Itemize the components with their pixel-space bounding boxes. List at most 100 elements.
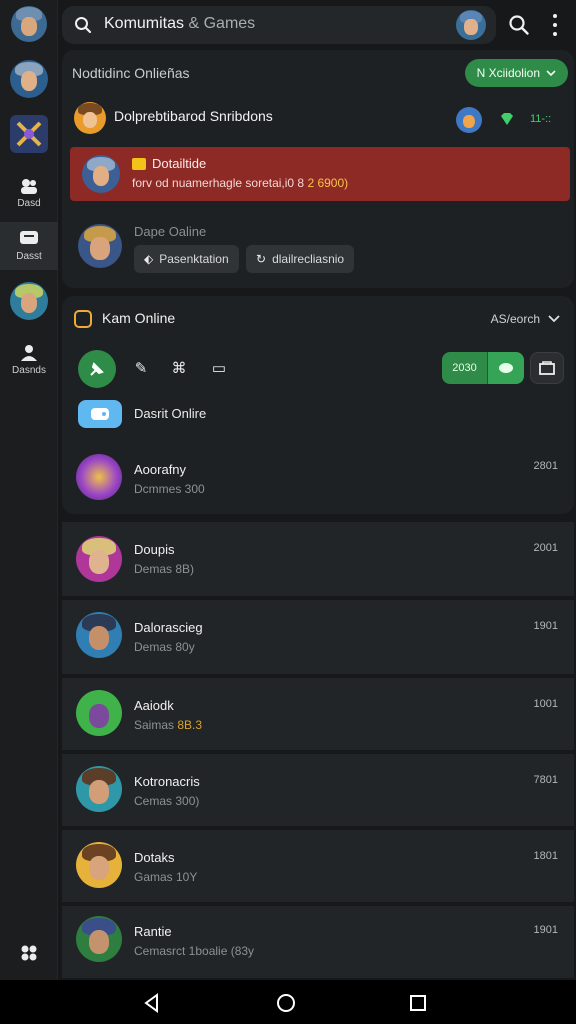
chevron-down-icon bbox=[546, 70, 556, 77]
controller-icon bbox=[74, 310, 92, 328]
community-icon bbox=[21, 179, 37, 194]
crossed-swords-icon bbox=[10, 115, 48, 153]
friend-status-main: Saimas bbox=[134, 718, 175, 732]
friend-time: 2801 bbox=[533, 460, 558, 472]
friend-name: Aaiodk bbox=[134, 698, 174, 713]
status-pill-button[interactable]: N Xciidolion bbox=[464, 59, 568, 87]
section-heading: Nodtidinc Onlieñas bbox=[72, 65, 190, 81]
friend-status: Cemasrct 1boalie (83y bbox=[134, 944, 255, 958]
home-icon[interactable] bbox=[276, 993, 296, 1013]
list-item[interactable]: Rantie Cemasrct 1boalie (83y 1901 bbox=[62, 906, 574, 978]
title-main: Komumitas bbox=[104, 15, 185, 32]
left-rail: Dasd Dasst Dasnds bbox=[0, 0, 58, 980]
action-chip[interactable]: ⬖ Pasenktation bbox=[134, 245, 239, 273]
sort-dropdown[interactable]: AS/eorch bbox=[491, 312, 560, 326]
alert-text-main: forv od nuamerhagle soretai,i0 8 bbox=[132, 176, 305, 190]
alert-text-highlight: 2 6900) bbox=[307, 176, 349, 190]
notifications-card: Nodtidinc Onlieñas N Xciidolion Dolprebt… bbox=[62, 50, 574, 288]
avatar bbox=[10, 60, 48, 98]
friend-name: Kotronacris bbox=[134, 774, 200, 789]
friend-name: Doupis bbox=[134, 542, 175, 557]
avatar bbox=[78, 224, 122, 268]
friend-time: 2001 bbox=[533, 542, 558, 554]
sort-label: AS/eorch bbox=[490, 312, 540, 326]
list-item[interactable]: Kotronacris Cemas 300) 7801 bbox=[62, 754, 574, 826]
search-icon[interactable] bbox=[508, 14, 530, 36]
rail-label: Dasnds bbox=[12, 365, 46, 376]
avatar bbox=[76, 766, 122, 812]
action-chip[interactable]: ↻ dlailrecliasnio bbox=[246, 245, 355, 273]
friend-status-highlight: 8B.3 bbox=[177, 718, 203, 732]
avatar bbox=[76, 842, 122, 888]
rail-item-server-1[interactable] bbox=[0, 58, 58, 100]
avatar bbox=[76, 916, 122, 962]
friend-time: 1801 bbox=[533, 850, 558, 862]
friend-time: 1001 bbox=[533, 698, 558, 710]
rail-item-server-2[interactable] bbox=[0, 112, 58, 156]
refresh-icon: ↻ bbox=[256, 252, 267, 266]
avatar bbox=[76, 536, 122, 582]
recents-icon[interactable] bbox=[408, 993, 428, 1013]
people-icon bbox=[21, 345, 37, 361]
friend-name: Aoorafny bbox=[134, 462, 187, 477]
list-item[interactable]: Dolprebtibarod Snribdons 11-:: bbox=[72, 102, 568, 138]
archive-icon bbox=[539, 361, 555, 375]
game-label: Dasrit Onlire bbox=[134, 406, 207, 421]
edit-icon[interactable]: ✎ bbox=[132, 360, 150, 378]
box-button[interactable] bbox=[530, 352, 564, 384]
friend-name: Rantie bbox=[134, 924, 172, 939]
grid-icon bbox=[21, 945, 37, 961]
avatar bbox=[10, 282, 48, 320]
rail-item-dasnds[interactable]: Dasnds bbox=[0, 340, 58, 380]
more-vertical-icon[interactable] bbox=[548, 14, 562, 36]
notification-title: Dolprebtibarod Snribdons bbox=[114, 108, 273, 124]
avatar bbox=[11, 6, 47, 42]
list-item[interactable]: Dape Oaline ⬖ Pasenktation ↻ dlailreclia… bbox=[70, 218, 570, 278]
title-dim: & Games bbox=[188, 15, 256, 32]
friend-status: Gamas 10Y bbox=[134, 870, 198, 884]
avatar bbox=[76, 612, 122, 658]
gamepad-icon[interactable]: ⌘ bbox=[170, 360, 188, 378]
list-item[interactable]: Doupis Demas 8B) 2001 bbox=[62, 522, 574, 596]
friend-status: Saimas 8B.3 bbox=[134, 718, 202, 732]
section-heading: Kam Online bbox=[102, 310, 176, 326]
friend-time: 1901 bbox=[533, 924, 558, 936]
rail-item-dasst[interactable]: Dasst bbox=[0, 222, 58, 270]
friend-status: Demas 8B) bbox=[134, 562, 195, 576]
rail-item-profile[interactable] bbox=[0, 4, 58, 44]
friend-name: Dalorascieg bbox=[134, 620, 203, 635]
pin-icon bbox=[90, 362, 104, 376]
list-item[interactable]: Dalorascieg Demas 80y 1901 bbox=[62, 600, 574, 674]
avatar bbox=[74, 102, 106, 134]
list-item[interactable]: Aaiodk Saimas 8B.3 1001 bbox=[62, 678, 574, 750]
alert-title: Dotailtide bbox=[152, 156, 207, 171]
avatar bbox=[76, 690, 122, 736]
rail-item-more[interactable] bbox=[0, 938, 58, 968]
search-bar[interactable]: Komumitas & Games bbox=[62, 6, 496, 44]
friend-time: 1901 bbox=[533, 620, 558, 632]
pin-icon: ⬖ bbox=[144, 252, 154, 266]
system-nav-bar bbox=[0, 980, 576, 1024]
rail-label: Dasd bbox=[17, 198, 41, 209]
avatar[interactable] bbox=[456, 10, 486, 40]
game-item[interactable]: Dasrit Onlire bbox=[76, 398, 556, 428]
rail-item-server-3[interactable] bbox=[0, 280, 58, 322]
pill-label: N Xciidolion bbox=[476, 66, 540, 80]
chip-label: dlailrecliasnio bbox=[272, 252, 345, 266]
rail-item-dasd[interactable]: Dasd bbox=[0, 170, 58, 216]
friend-status: Dcmmes 300 bbox=[134, 482, 205, 496]
notification-title: Dape Oaline bbox=[134, 224, 207, 239]
chip-label: Pasenktation bbox=[159, 252, 229, 266]
avatar bbox=[76, 454, 122, 500]
alert-banner[interactable]: Dotailtide forv od nuamerhagle soretai,i… bbox=[70, 147, 570, 201]
add-button[interactable] bbox=[78, 350, 116, 388]
back-icon[interactable] bbox=[142, 993, 162, 1013]
segment-toggle[interactable]: 2030 bbox=[442, 352, 524, 384]
segment-label: 2030 bbox=[442, 352, 488, 384]
gem-icon bbox=[501, 113, 513, 125]
rail-label: Dasst bbox=[16, 251, 42, 262]
video-icon[interactable]: ▭ bbox=[210, 360, 228, 378]
list-item[interactable]: Dotaks Gamas 10Y 1801 bbox=[62, 830, 574, 902]
warning-icon bbox=[132, 158, 146, 170]
alert-text: forv od nuamerhagle soretai,i0 8 2 6900) bbox=[132, 176, 348, 190]
